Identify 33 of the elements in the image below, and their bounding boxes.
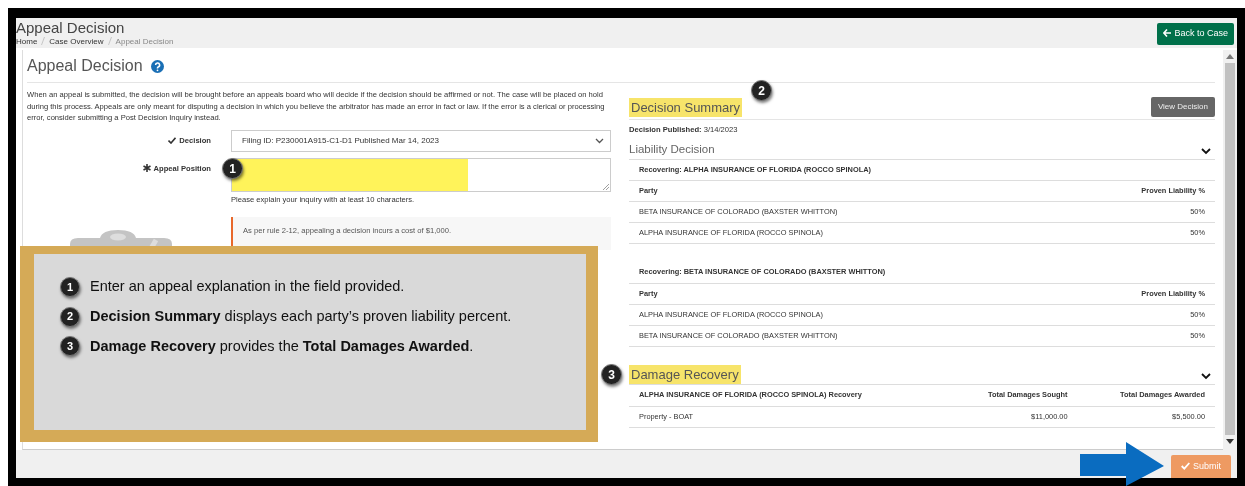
back-to-case-button[interactable]: Back to Case [1157,23,1234,45]
tip-text: Damage Recovery provides the Total Damages Awarded. [90,336,474,356]
scroll-down-icon[interactable] [1226,439,1234,444]
breadcrumb-separator-icon [107,37,112,45]
chevron-down-icon[interactable] [1201,145,1211,156]
view-decision-button[interactable]: View Decision [1150,97,1215,117]
step-number-badge: 2 [60,306,80,327]
resize-handle-icon[interactable] [603,183,609,190]
dropdown-caret-icon [595,137,604,144]
step-number-badge: 1 [60,276,80,297]
section-title: Damage Recovery [629,364,741,385]
scroll-up-icon[interactable] [1226,54,1234,59]
section-title: Decision Summary [629,97,743,117]
tip-text: Decision Summary displays each party’s proven liability percent. [90,306,512,326]
arrow-left-icon [1163,29,1172,37]
section-title: Liability Decision [629,142,715,158]
page-title: Appeal Decision [16,20,126,36]
arrow-icon [1080,442,1164,486]
decision-select[interactable]: Filing ID: P230001A915-C1-D1 Published Mar 14, 2023 [231,129,611,152]
help-icon[interactable] [150,59,164,73]
checkmark-icon [168,137,177,144]
appeal-position-field[interactable] [231,157,611,192]
scrollbar-thumb[interactable] [1225,63,1235,435]
panel-title: Appeal Decision [27,56,143,76]
chevron-down-icon[interactable] [1201,371,1211,382]
scrollbar[interactable] [1223,50,1237,450]
step-number-badge: 3 [60,336,80,357]
breadcrumb-current: Appeal Decision [115,36,174,48]
checkmark-icon [1181,462,1190,471]
breadcrumb-separator-icon [41,37,46,45]
tip-text: Enter an appeal explanation in the field provided. [90,277,405,296]
breadcrumb-link[interactable]: Home [16,36,38,48]
breadcrumb-link[interactable]: Case Overview [49,36,104,48]
